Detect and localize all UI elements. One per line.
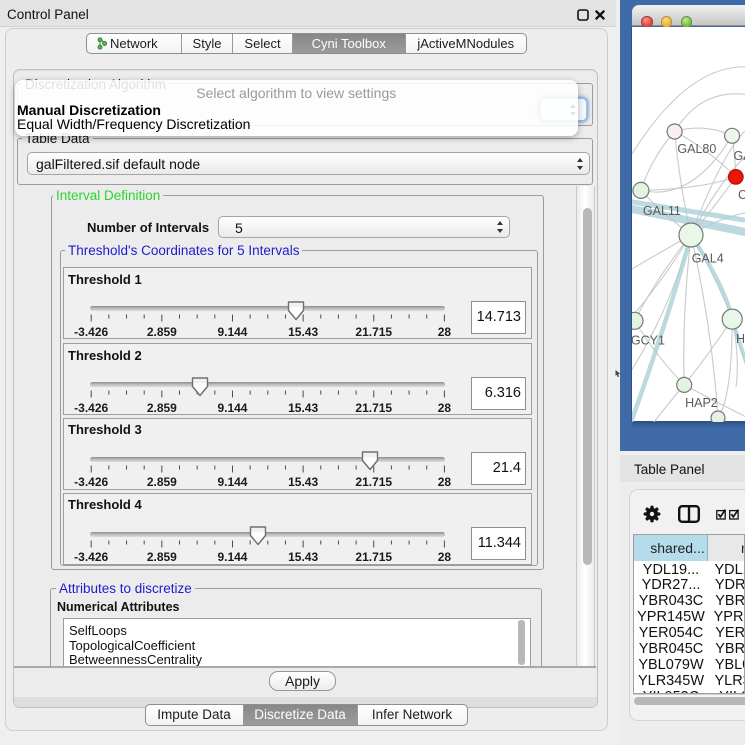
- svg-text:GAL4: GAL4: [692, 251, 724, 265]
- svg-text:GAL11: GAL11: [643, 203, 681, 217]
- svg-text:C: C: [738, 188, 745, 202]
- svg-text:GA: GA: [734, 149, 745, 163]
- svg-text:HAP2: HAP2: [685, 396, 718, 410]
- svg-text:GCY1: GCY1: [632, 333, 665, 347]
- svg-text:H: H: [736, 332, 745, 346]
- svg-text:GAL80: GAL80: [677, 142, 716, 156]
